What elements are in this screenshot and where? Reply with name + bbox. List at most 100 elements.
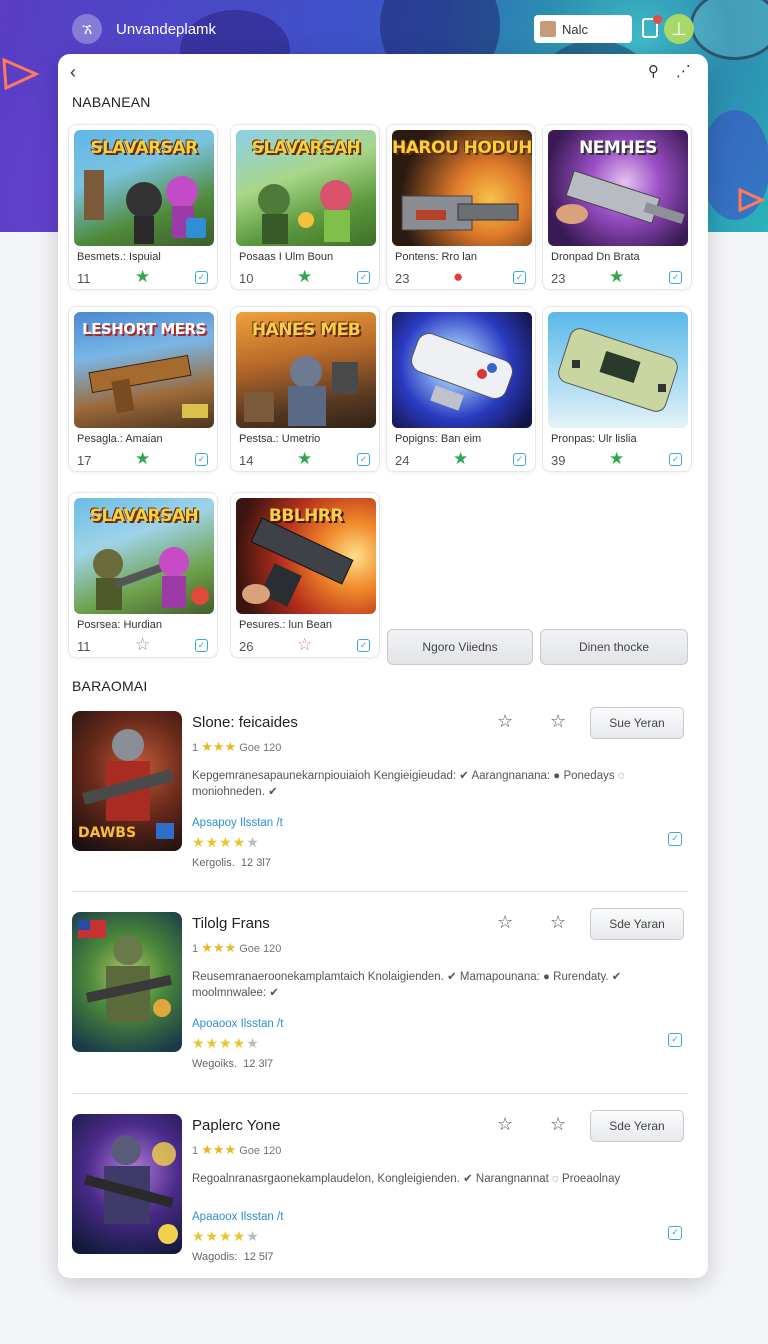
rating-stars: ★★★★★ bbox=[192, 1228, 260, 1245]
list-item[interactable]: DAWBS Slone: feicaides 1 ★★★ Goe 120 Kep… bbox=[72, 707, 688, 897]
game-count: 26 bbox=[239, 639, 254, 654]
game-art-title: HANES MEB bbox=[251, 320, 361, 340]
list-item[interactable]: Paplerc Yone 1 ★★★ Goe 120 Regoalnranasr… bbox=[72, 1110, 688, 1300]
back-button[interactable]: ‹ bbox=[70, 62, 76, 83]
game-artwork bbox=[78, 920, 173, 1022]
check-icon[interactable]: ✓ bbox=[195, 453, 208, 466]
check-icon[interactable]: ✓ bbox=[669, 271, 682, 284]
game-thumbnail: LESHORT MERS bbox=[74, 312, 214, 428]
more-videos-button[interactable]: Ngoro Viiedns bbox=[387, 629, 533, 665]
star-icon[interactable]: ★ bbox=[135, 268, 150, 285]
more-icon[interactable]: ⋰ bbox=[676, 62, 691, 80]
star-outline-icon[interactable]: ☆ bbox=[550, 1114, 566, 1135]
star-outline-icon[interactable]: ☆ bbox=[550, 711, 566, 732]
see-more-button[interactable]: Sde Yeran bbox=[590, 1110, 684, 1142]
list-item[interactable]: Tilolg Frans 1 ★★★ Goe 120 Reusemranaero… bbox=[72, 908, 688, 1098]
check-icon[interactable]: ✓ bbox=[513, 453, 526, 466]
game-tile[interactable]: SLAVARSAH Posrsea: Hurdian 11 ☆ ✓ bbox=[68, 492, 218, 658]
sub-label: Kergolis. bbox=[192, 857, 235, 869]
rating-on: ★★★★ bbox=[192, 1228, 247, 1244]
list-item-title[interactable]: Paplerc Yone bbox=[192, 1117, 280, 1134]
star-icon[interactable]: ★ bbox=[453, 450, 468, 467]
game-tile[interactable]: Pronpas: Ulr lislia 39 ★ ✓ bbox=[542, 306, 692, 472]
star-icon[interactable]: ★ bbox=[135, 450, 150, 467]
sub-value: 12 3l7 bbox=[243, 1058, 274, 1070]
game-tile[interactable]: SLAVARSAR Besmets.: Ispuial 11 ★ ✓ bbox=[68, 124, 218, 290]
list-item-thumbnail bbox=[72, 1114, 182, 1254]
game-thumbnail bbox=[548, 312, 688, 428]
sub-value: 12 3l7 bbox=[240, 857, 271, 869]
list-item-description: Regoalnranasrgaonekamplaudelon, Kongleig… bbox=[192, 1173, 621, 1185]
menu-icon: ⊥ bbox=[671, 18, 687, 39]
game-tile[interactable]: HAROU HODUH Pontens: Rro lan 23 ● ✓ bbox=[386, 124, 536, 290]
game-tile[interactable]: HANES MEB Pestsa.: Umetrio 14 ★ ✓ bbox=[230, 306, 380, 472]
game-name: Posrsea: Hurdian bbox=[77, 619, 162, 631]
game-artwork bbox=[558, 328, 678, 412]
star-outline-icon[interactable]: ☆ bbox=[497, 912, 513, 933]
list-item-meta: 1 ★★★ Goe 120 bbox=[192, 739, 281, 755]
meta-stars: ★★★ bbox=[201, 739, 237, 754]
check-icon[interactable]: ✓ bbox=[669, 453, 682, 466]
menu-button[interactable]: ⊥ bbox=[664, 14, 694, 44]
notification-bell-icon[interactable] bbox=[642, 15, 662, 38]
game-art-title: SLAVARSAH bbox=[251, 138, 361, 158]
star-icon[interactable]: ★ bbox=[609, 268, 624, 285]
list-item-title[interactable]: Slone: feicaides bbox=[192, 714, 298, 731]
check-icon[interactable]: ✓ bbox=[668, 1226, 682, 1240]
star-icon[interactable]: ★ bbox=[297, 450, 312, 467]
game-tile[interactable]: NEMHES Dronpad Dn Brata 23 ★ ✓ bbox=[542, 124, 692, 290]
star-outline-icon[interactable]: ☆ bbox=[135, 636, 150, 653]
game-thumbnail: NEMHES bbox=[548, 130, 688, 246]
game-count: 17 bbox=[77, 453, 92, 468]
game-count: 11 bbox=[77, 271, 91, 286]
meta-number: 1 bbox=[192, 943, 199, 955]
check-icon[interactable]: ✓ bbox=[357, 639, 370, 652]
check-icon[interactable]: ✓ bbox=[195, 639, 208, 652]
check-icon[interactable]: ✓ bbox=[668, 832, 682, 846]
star-icon[interactable]: ★ bbox=[297, 268, 312, 285]
search-icon[interactable]: ⚲ bbox=[648, 62, 659, 80]
user-chip[interactable]: Nalc bbox=[534, 15, 632, 43]
check-icon[interactable]: ✓ bbox=[357, 453, 370, 466]
check-icon[interactable]: ✓ bbox=[195, 271, 208, 284]
game-count: 11 bbox=[77, 639, 91, 654]
see-more-button[interactable]: Sde Yaran bbox=[590, 908, 684, 940]
list-item-meta: 1 ★★★ Goe 120 bbox=[192, 940, 281, 956]
rating-stars: ★★★★★ bbox=[192, 834, 260, 851]
game-thumbnail: SLAVARSAH bbox=[236, 130, 376, 246]
check-icon[interactable]: ✓ bbox=[357, 271, 370, 284]
star-outline-icon[interactable]: ☆ bbox=[550, 912, 566, 933]
game-thumbnail: HANES MEB bbox=[236, 312, 376, 428]
game-art-title: LESHORT MERS bbox=[82, 320, 206, 338]
badge-icon[interactable]: ● bbox=[453, 268, 463, 285]
game-count: 23 bbox=[551, 271, 566, 286]
dinner-choice-button[interactable]: Dinen thocke bbox=[540, 629, 688, 665]
avatar bbox=[540, 21, 556, 37]
game-tile[interactable]: Popigns: Ban eim 24 ★ ✓ bbox=[386, 306, 536, 472]
game-art-title: SLAVARSAH bbox=[89, 506, 199, 526]
rating-on: ★★★★ bbox=[192, 834, 247, 850]
user-name: Nalc bbox=[562, 21, 589, 37]
game-tile[interactable]: LESHORT MERS Pesagla.: Amaian 17 ★ ✓ bbox=[68, 306, 218, 472]
star-outline-icon[interactable]: ☆ bbox=[497, 711, 513, 732]
see-more-button[interactable]: Sue Yeran bbox=[590, 707, 684, 739]
list-item-link[interactable]: Apoaoox Ilsstan /t bbox=[192, 1018, 283, 1030]
game-tile[interactable]: BBLHRR Pesures.: lun Bean 26 ☆ ✓ bbox=[230, 492, 380, 658]
check-icon[interactable]: ✓ bbox=[513, 271, 526, 284]
game-tile[interactable]: SLAVARSAH Posaas I Ulm Boun 10 ★ ✓ bbox=[230, 124, 380, 290]
game-count: 24 bbox=[395, 453, 410, 468]
check-icon[interactable]: ✓ bbox=[668, 1033, 682, 1047]
star-outline-icon[interactable]: ☆ bbox=[297, 636, 312, 653]
app-logo-button[interactable]: ኧ bbox=[72, 14, 102, 44]
rating-off: ★ bbox=[246, 1228, 260, 1244]
star-outline-icon[interactable]: ☆ bbox=[497, 1114, 513, 1135]
list-section-title: BARAOMAI bbox=[72, 678, 148, 694]
game-art-title: NEMHES bbox=[579, 138, 657, 158]
list-item-link[interactable]: Apaaoox Ilsstan /t bbox=[192, 1211, 283, 1223]
banner-triangle-icon bbox=[2, 57, 40, 91]
list-item-link[interactable]: Apsapoy Ilsstan /t bbox=[192, 817, 283, 829]
list-item-title[interactable]: Tilolg Frans bbox=[192, 915, 270, 932]
star-icon[interactable]: ★ bbox=[609, 450, 624, 467]
banner-swirl bbox=[690, 0, 768, 60]
meta-number: 1 bbox=[192, 1145, 199, 1157]
